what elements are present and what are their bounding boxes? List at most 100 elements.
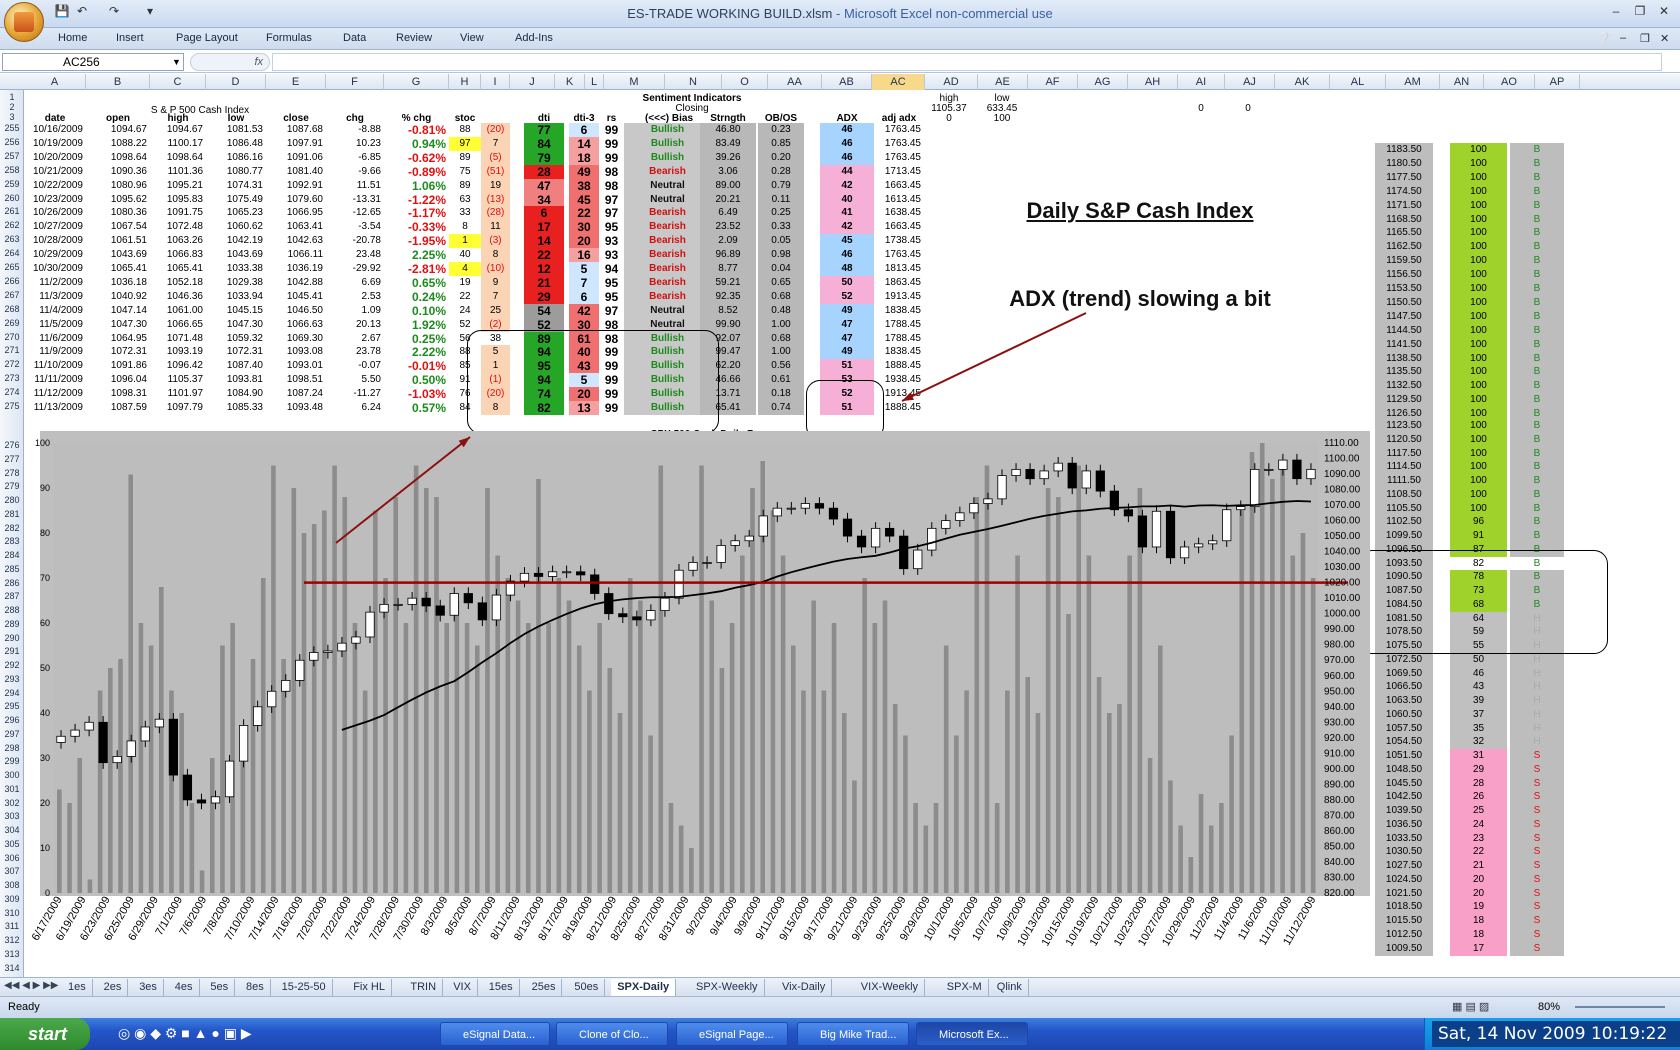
data-cell[interactable]: 1105.37: [150, 373, 206, 387]
data-cell[interactable]: 0.05: [758, 234, 804, 249]
data-cell[interactable]: 14: [524, 234, 564, 249]
score[interactable]: 96: [1450, 515, 1507, 530]
signal[interactable]: B: [1510, 515, 1564, 530]
signal[interactable]: S: [1510, 941, 1564, 956]
data-cell[interactable]: 25: [481, 303, 510, 318]
signal[interactable]: S: [1510, 817, 1564, 832]
data-cell[interactable]: 21: [524, 275, 564, 290]
price-level[interactable]: 1069.50: [1375, 666, 1433, 681]
data-cell[interactable]: 47: [820, 331, 874, 346]
row-header[interactable]: 308: [0, 880, 24, 890]
data-cell[interactable]: 1788.45: [874, 318, 924, 332]
data-cell[interactable]: 18: [569, 150, 599, 165]
data-cell[interactable]: 46: [820, 136, 874, 151]
row-header[interactable]: 281: [0, 509, 24, 519]
data-cell[interactable]: 1613.45: [874, 193, 924, 207]
signal[interactable]: B: [1510, 487, 1564, 502]
row-header[interactable]: 299: [0, 756, 24, 766]
score[interactable]: 91: [1450, 529, 1507, 543]
row-header[interactable]: 262: [0, 220, 24, 230]
signal[interactable]: B: [1510, 529, 1564, 543]
data-cell[interactable]: 1079.60: [266, 193, 326, 207]
price-level[interactable]: 1183.50: [1375, 143, 1433, 157]
sheet-tab-50es[interactable]: 50es: [568, 979, 606, 996]
score[interactable]: 100: [1450, 351, 1507, 366]
data-cell[interactable]: 47: [820, 317, 874, 332]
data-cell[interactable]: 33: [449, 206, 481, 220]
data-cell[interactable]: 1081.53: [206, 123, 266, 137]
data-cell[interactable]: 40: [449, 248, 481, 262]
data-cell[interactable]: 1.92%: [384, 318, 449, 332]
data-cell[interactable]: 28: [524, 164, 564, 179]
data-cell[interactable]: 1085.33: [206, 401, 266, 415]
score[interactable]: 26: [1450, 790, 1507, 805]
score[interactable]: 100: [1450, 156, 1507, 171]
price-level[interactable]: 1045.50: [1375, 776, 1433, 791]
sheet-tab-vix-weekly[interactable]: VIX-Weekly: [855, 979, 926, 996]
signal[interactable]: B: [1510, 212, 1564, 227]
data-cell[interactable]: 1091.86: [86, 359, 150, 373]
row-header[interactable]: 309: [0, 894, 24, 904]
data-cell[interactable]: 11/3/2009: [24, 290, 86, 304]
data-cell[interactable]: 1638.45: [874, 206, 924, 220]
tab-page-layout[interactable]: Page Layout: [176, 32, 238, 44]
price-level[interactable]: 1111.50: [1375, 474, 1433, 488]
formula-input[interactable]: [272, 53, 1662, 71]
close-button[interactable]: ✕: [1654, 4, 1674, 20]
data-cell[interactable]: -13.31: [326, 193, 384, 207]
data-cell[interactable]: 1061.51: [86, 234, 150, 248]
score[interactable]: 39: [1450, 694, 1507, 708]
signal[interactable]: B: [1510, 156, 1564, 171]
data-cell[interactable]: 7: [481, 136, 510, 151]
data-cell[interactable]: 0.50%: [384, 373, 449, 387]
data-cell[interactable]: 10/28/2009: [24, 234, 86, 248]
data-cell[interactable]: 11: [481, 220, 510, 235]
data-cell[interactable]: 1081.40: [266, 165, 326, 179]
data-cell[interactable]: 11/13/2009: [24, 401, 86, 415]
price-level[interactable]: 1009.50: [1375, 941, 1433, 956]
price-level[interactable]: 1177.50: [1375, 170, 1433, 185]
data-cell[interactable]: 1813.45: [874, 262, 924, 276]
score[interactable]: 100: [1450, 143, 1507, 157]
data-cell[interactable]: 94: [599, 262, 624, 276]
ribbon-minimize-button[interactable]: –: [1620, 32, 1626, 44]
taskbar-item-big-mike[interactable]: Big Mike Trad...: [797, 1022, 909, 1046]
signal[interactable]: S: [1510, 831, 1564, 846]
data-cell[interactable]: 97: [599, 193, 624, 207]
row-header[interactable]: 270: [0, 332, 24, 342]
data-cell[interactable]: 1090.36: [86, 165, 150, 179]
data-cell[interactable]: 1066.95: [266, 206, 326, 220]
data-cell[interactable]: 8.77: [700, 262, 756, 276]
row-header[interactable]: 277: [0, 454, 24, 464]
data-cell[interactable]: 52: [449, 318, 481, 332]
signal[interactable]: B: [1510, 198, 1564, 213]
price-level[interactable]: 1135.50: [1375, 365, 1433, 380]
data-cell[interactable]: 47: [524, 178, 564, 193]
price-level[interactable]: 1159.50: [1375, 254, 1433, 269]
sheet-tab-3es[interactable]: 3es: [133, 979, 164, 996]
column-header-i[interactable]: I: [481, 74, 510, 90]
data-cell[interactable]: 1066.83: [150, 248, 206, 262]
data-cell[interactable]: 10/21/2009: [24, 165, 86, 179]
data-cell[interactable]: 75: [449, 165, 481, 179]
sheet-tab-5es[interactable]: 5es: [204, 979, 236, 996]
minimize-button[interactable]: –: [1606, 4, 1626, 20]
price-level[interactable]: 1132.50: [1375, 379, 1433, 394]
price-level[interactable]: 1174.50: [1375, 184, 1433, 199]
signal[interactable]: B: [1510, 240, 1564, 255]
data-cell[interactable]: 11/12/2009: [24, 387, 86, 401]
data-cell[interactable]: 20: [569, 234, 599, 249]
row-header[interactable]: 274: [0, 387, 24, 397]
score[interactable]: 100: [1450, 268, 1507, 283]
data-cell[interactable]: 46: [820, 123, 874, 137]
data-cell[interactable]: 0.11: [758, 192, 804, 207]
data-cell[interactable]: 97: [449, 136, 481, 151]
data-cell[interactable]: 1663.45: [874, 179, 924, 193]
row-header[interactable]: 276: [0, 440, 24, 450]
data-cell[interactable]: 0.85: [758, 136, 804, 151]
data-cell[interactable]: 1042.88: [266, 276, 326, 290]
row-header[interactable]: 297: [0, 729, 24, 739]
score[interactable]: 100: [1450, 460, 1507, 475]
score[interactable]: 18: [1450, 914, 1507, 928]
data-cell[interactable]: 1095.83: [150, 193, 206, 207]
